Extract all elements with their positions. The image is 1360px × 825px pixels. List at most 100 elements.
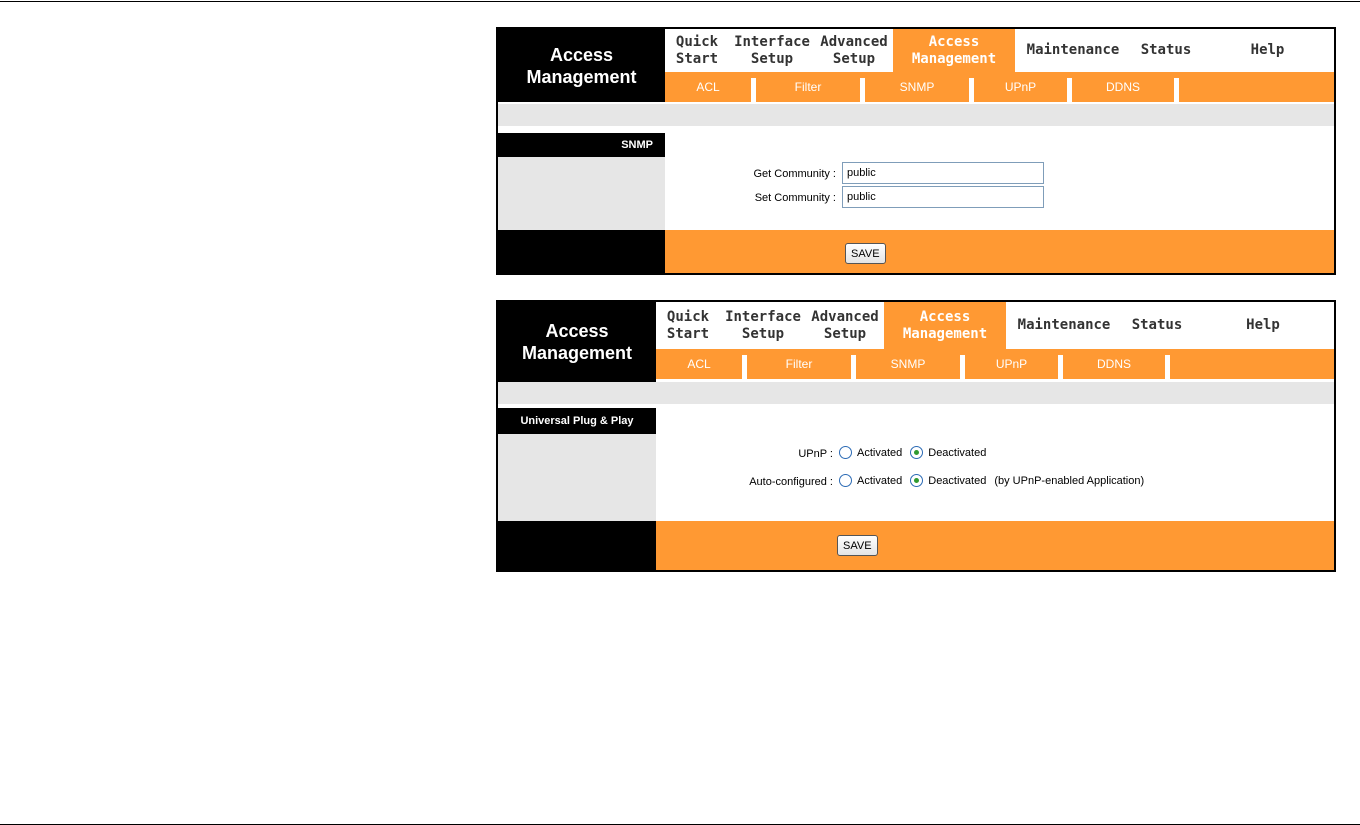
subnav-separator	[1174, 78, 1179, 102]
auto-configured-radio-group: Activated Deactivated (by UPnP-enabled A…	[839, 474, 1144, 487]
main-nav: Quick Start Interface Setup Advanced Setup Acc…	[656, 302, 1334, 349]
section-title-bar: SNMP	[498, 133, 665, 157]
nav-tab-line2: Management	[902, 325, 988, 342]
subnav-tab-snmp[interactable]: SNMP	[856, 349, 960, 379]
subnav-tab-upnp[interactable]: UPnP	[965, 349, 1058, 379]
section-side-gray	[498, 434, 656, 521]
auto-deactivated-label: Deactivated	[928, 474, 987, 487]
nav-tab-maintenance[interactable]: Maintenance	[1006, 302, 1122, 349]
upnp-panel: Access Management Quick Start Interface Set…	[496, 300, 1336, 572]
nav-tab-label: Interface Setup	[725, 309, 801, 343]
nav-tab-line2: Setup	[823, 325, 867, 342]
set-community-label: Set Community :	[754, 192, 836, 204]
nav-tab-label: Help	[1246, 317, 1280, 334]
nav-tab-line2: Start	[666, 325, 710, 342]
nav-tab-label: Status	[1132, 317, 1183, 334]
nav-tab-line1: Advanced	[811, 308, 879, 325]
subnav-tab-upnp[interactable]: UPnP	[974, 72, 1067, 102]
section-title-bar: Universal Plug & Play	[498, 408, 656, 434]
footer-left	[498, 521, 656, 570]
nav-tab-line2: Setup	[832, 50, 876, 67]
nav-tab-advanced-setup[interactable]: Advanced Setup	[815, 29, 893, 72]
nav-tab-status[interactable]: Status	[1131, 29, 1201, 72]
nav-tab-line1: Interface	[734, 33, 810, 50]
subnav-tab-filter[interactable]: Filter	[747, 349, 851, 379]
nav-tab-label: Advanced Setup	[820, 34, 887, 68]
auto-deactivated-radio[interactable]	[910, 474, 924, 487]
snmp-panel: Access Management Quick Start Interface Set…	[496, 27, 1336, 275]
gray-band	[498, 104, 1334, 126]
nav-tab-line2: Start	[675, 50, 719, 67]
nav-tab-label: Interface Setup	[734, 34, 810, 68]
brand-line2: Management	[521, 343, 633, 363]
save-button[interactable]: SAVE	[845, 243, 886, 264]
nav-tab-interface-setup[interactable]: Interface Setup	[720, 302, 806, 349]
nav-tab-line1: Quick	[666, 308, 710, 325]
sub-nav: ACL Filter SNMP UPnP DDNS	[656, 349, 1334, 379]
nav-tab-label: Quick Start	[676, 34, 718, 68]
upnp-deactivated-radio[interactable]	[910, 446, 924, 459]
nav-tab-access-management[interactable]: Access Management	[884, 302, 1006, 349]
set-community-input[interactable]: public	[842, 186, 1044, 208]
gray-band	[498, 382, 1334, 404]
nav-tab-advanced-setup[interactable]: Advanced Setup	[806, 302, 884, 349]
upnp-activated-label: Activated	[857, 446, 903, 459]
nav-tab-line2: Management	[911, 50, 997, 67]
nav-tab-line1: Access	[928, 33, 980, 50]
nav-tab-maintenance[interactable]: Maintenance	[1015, 29, 1131, 72]
footer-bar	[665, 230, 1334, 273]
save-button[interactable]: SAVE	[837, 535, 878, 556]
auto-note: (by UPnP-enabled Application)	[994, 474, 1145, 487]
brand-line1: Access	[545, 321, 609, 341]
nav-tab-help[interactable]: Help	[1192, 302, 1334, 349]
nav-tab-line1: Interface	[725, 308, 801, 325]
subnav-tab-acl[interactable]: ACL	[665, 72, 751, 102]
brand-line1: Access	[549, 44, 614, 65]
brand-line2: Management	[526, 66, 637, 87]
main-nav: Quick Start Interface Setup Advanced Setup Acc…	[665, 29, 1334, 72]
upnp-activated-radio[interactable]	[839, 446, 852, 459]
subnav-tab-ddns[interactable]: DDNS	[1072, 72, 1174, 102]
nav-tab-help[interactable]: Help	[1201, 29, 1334, 72]
nav-tab-line1: Maintenance	[1017, 317, 1111, 333]
subnav-tab-acl[interactable]: ACL	[656, 349, 742, 379]
auto-activated-label: Activated	[857, 474, 903, 487]
nav-tab-label: Access Management	[903, 309, 987, 343]
nav-tab-label: Advanced Setup	[811, 309, 878, 343]
get-community-label: Get Community :	[753, 168, 836, 180]
section-side-gray	[498, 157, 665, 230]
sub-nav: ACL Filter SNMP UPnP DDNS	[665, 72, 1334, 102]
subnav-tab-snmp[interactable]: SNMP	[865, 72, 969, 102]
nav-tab-access-management[interactable]: Access Management	[893, 29, 1015, 72]
nav-tab-quick-start[interactable]: Quick Start	[656, 302, 720, 349]
brand-title: Access Management	[498, 29, 665, 102]
subnav-tab-filter[interactable]: Filter	[756, 72, 860, 102]
nav-tab-line1: Help	[1250, 42, 1285, 58]
nav-tab-quick-start[interactable]: Quick Start	[665, 29, 729, 72]
nav-tab-status[interactable]: Status	[1122, 302, 1192, 349]
footer-bar	[656, 521, 1334, 570]
nav-tab-line1: Status	[1131, 317, 1183, 333]
brand-title: Access Management	[498, 302, 656, 382]
upnp-label: UPnP :	[798, 448, 833, 460]
auto-configured-label: Auto-configured :	[749, 476, 833, 488]
subnav-tab-ddns[interactable]: DDNS	[1063, 349, 1165, 379]
nav-tab-line1: Help	[1246, 317, 1280, 333]
section-title: SNMP	[621, 139, 653, 151]
upnp-radio-group: Activated Deactivated	[839, 446, 994, 459]
upnp-deactivated-label: Deactivated	[928, 446, 987, 459]
footer-left	[498, 230, 665, 273]
section-title: Universal Plug & Play	[520, 415, 634, 427]
nav-tab-line1: Advanced	[820, 33, 888, 50]
nav-tab-label: Status	[1141, 42, 1192, 59]
nav-tab-label: Help	[1251, 42, 1285, 59]
subnav-separator	[1165, 355, 1170, 379]
nav-tab-label: Access Management	[912, 34, 996, 68]
auto-activated-radio[interactable]	[839, 474, 852, 487]
nav-tab-interface-setup[interactable]: Interface Setup	[729, 29, 815, 72]
top-rule	[0, 1, 1360, 2]
get-community-input[interactable]: public	[842, 162, 1044, 184]
nav-tab-line1: Maintenance	[1026, 42, 1120, 58]
nav-tab-line1: Quick	[675, 33, 719, 50]
nav-tab-label: Maintenance	[1027, 42, 1120, 59]
